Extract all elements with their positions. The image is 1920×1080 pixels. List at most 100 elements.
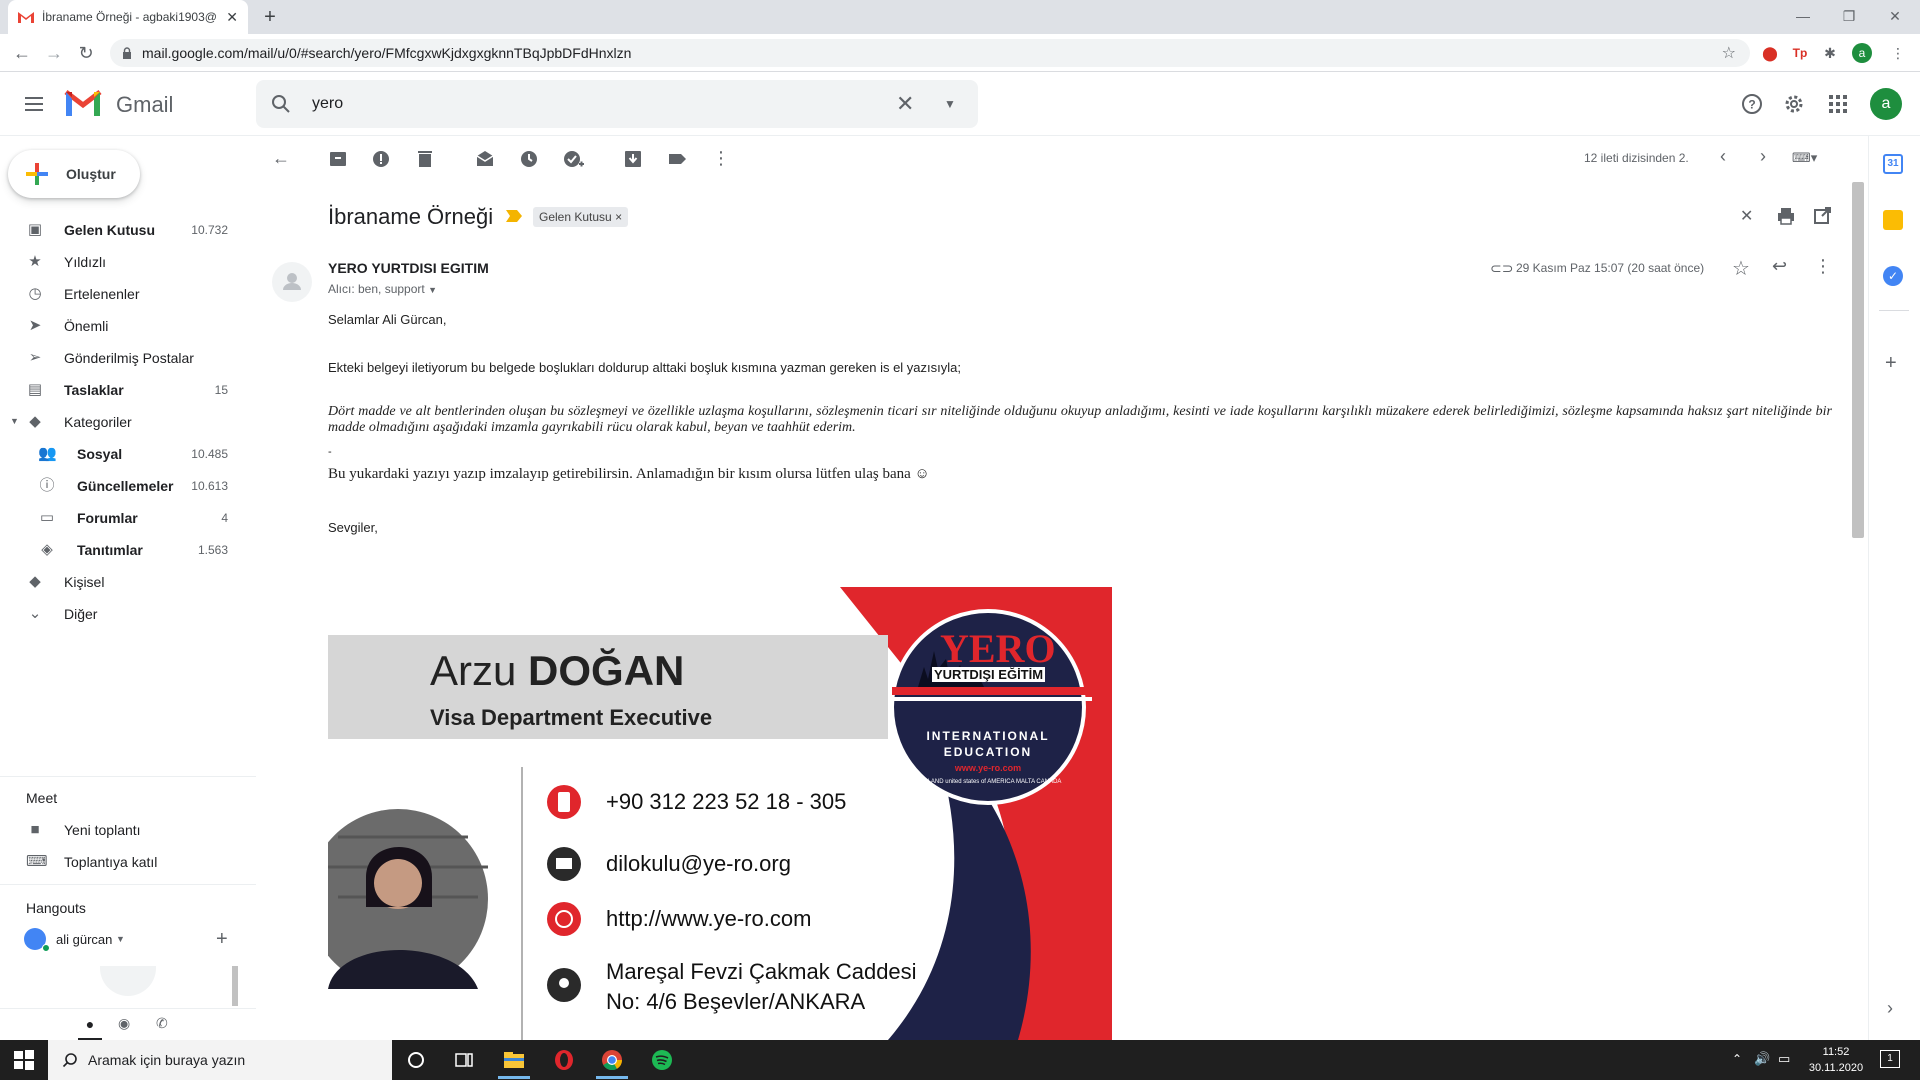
important-marker-icon[interactable] <box>506 210 522 222</box>
archive-icon[interactable] <box>327 148 349 170</box>
meet-join-meeting[interactable]: ⌨ Toplantıya katıl <box>0 846 240 878</box>
contacts-person-icon[interactable]: ● <box>78 1009 102 1041</box>
nav-item-personal[interactable]: ◆ Kişisel <box>0 566 240 598</box>
move-to-icon[interactable] <box>622 148 644 170</box>
divider <box>0 884 256 885</box>
newer-chevron-icon[interactable]: ‹ <box>1720 146 1726 167</box>
conversations-icon[interactable]: ◉ <box>118 1015 130 1032</box>
compose-button[interactable]: Oluştur <box>8 150 140 198</box>
older-chevron-icon[interactable]: › <box>1760 146 1766 167</box>
nav-label: Taslaklar <box>64 382 124 398</box>
recipients-details-caret-icon[interactable]: ▼ <box>428 285 437 295</box>
taskbar-clock[interactable]: 11:52 30.11.2020 <box>1800 1044 1872 1076</box>
browser-tab[interactable]: İbraname Örneği - agbaki1903@ ✕ <box>8 0 248 34</box>
windows-start-icon[interactable] <box>12 1048 36 1072</box>
collapse-all-icon[interactable]: ✕ <box>1740 206 1760 226</box>
clear-search-icon[interactable]: ✕ <box>896 92 914 116</box>
notification-center-icon[interactable]: 1 <box>1880 1050 1900 1068</box>
minimize-icon[interactable]: — <box>1780 4 1826 28</box>
input-tools-keyboard-icon[interactable]: ⌨▾ <box>1792 150 1817 166</box>
settings-gear-icon[interactable] <box>1782 92 1806 116</box>
sender-name[interactable]: YERO YURTDISI EGITIM <box>328 260 489 276</box>
snooze-clock-icon[interactable] <box>518 148 540 170</box>
account-avatar[interactable]: a <box>1870 88 1902 120</box>
back-icon[interactable]: ← <box>10 42 34 66</box>
reload-icon[interactable]: ↻ <box>74 42 98 66</box>
expand-caret-icon[interactable]: ▼ <box>10 416 19 426</box>
network-icon[interactable]: ▭ <box>1778 1051 1790 1067</box>
card-name: Arzu DOĞAN <box>430 647 684 695</box>
keep-icon[interactable] <box>1883 210 1903 230</box>
recipients[interactable]: Alıcı: ben, support ▼ <box>328 282 437 296</box>
nav-item-sent[interactable]: ➢ Gönderilmiş Postalar <box>0 342 240 374</box>
search-icon[interactable] <box>270 93 292 115</box>
file-explorer-icon[interactable] <box>502 1048 526 1072</box>
status-caret-icon[interactable]: ▼ <box>116 934 125 944</box>
report-spam-icon[interactable] <box>370 148 392 170</box>
forward-icon[interactable]: → <box>42 42 66 66</box>
search-input[interactable] <box>312 92 852 116</box>
profile-avatar-icon[interactable]: a <box>1852 43 1872 63</box>
address-bar[interactable]: mail.google.com/mail/u/0/#search/yero/FM… <box>110 39 1750 67</box>
message-more-icon[interactable]: ⋮ <box>1814 256 1832 277</box>
nav-scrollbar[interactable] <box>232 966 238 1006</box>
tab-close-icon[interactable]: ✕ <box>226 9 238 26</box>
search-options-icon[interactable]: ▼ <box>944 92 956 116</box>
show-hidden-icons-chevron-icon[interactable]: ⌃ <box>1732 1052 1742 1066</box>
content-scrollbar[interactable] <box>1852 182 1864 538</box>
nav-item-forums[interactable]: ▭ Forumlar 4 <box>0 502 240 534</box>
add-to-tasks-icon[interactable] <box>562 148 584 170</box>
help-icon[interactable]: ? <box>1740 92 1764 116</box>
chrome-menu-icon[interactable]: ⋮ <box>1886 41 1910 65</box>
print-icon[interactable] <box>1776 206 1796 226</box>
nav-item-snoozed[interactable]: ◷ Ertelenenler <box>0 278 240 310</box>
restore-icon[interactable]: ❐ <box>1826 4 1872 28</box>
nav-item-social[interactable]: 👥 Sosyal 10.485 <box>0 438 240 470</box>
get-addons-plus-icon[interactable]: + <box>1885 352 1897 375</box>
new-conversation-plus-icon[interactable]: + <box>216 928 228 951</box>
nav-item-categories[interactable]: ▼ ◆ Kategoriler <box>0 406 240 438</box>
search-bar[interactable]: ✕ ▼ <box>256 80 978 128</box>
opera-icon[interactable] <box>552 1048 576 1072</box>
cortana-icon[interactable] <box>404 1048 428 1072</box>
open-new-window-icon[interactable] <box>1812 206 1832 226</box>
taskbar-search-box[interactable]: Aramak için buraya yazın <box>48 1040 392 1080</box>
remove-label-icon[interactable]: × <box>615 210 622 224</box>
nav-item-inbox[interactable]: ▣ Gelen Kutusu 10.732 <box>0 214 240 246</box>
extensions-puzzle-icon[interactable]: ✱ <box>1818 41 1842 65</box>
extension-adblock-icon[interactable]: ⬤ <box>1758 41 1782 65</box>
sender-avatar[interactable] <box>272 262 312 302</box>
attachment-paperclip-icon: ⊂⊃ <box>1490 260 1514 276</box>
task-view-icon[interactable] <box>452 1048 476 1072</box>
labels-icon[interactable] <box>666 148 688 170</box>
bookmark-star-icon[interactable]: ☆ <box>1722 43 1736 63</box>
show-side-panel-chevron-icon[interactable]: › <box>1887 998 1893 1019</box>
mark-unread-icon[interactable] <box>474 148 496 170</box>
inbox-label-chip[interactable]: Gelen Kutusu × <box>533 207 629 227</box>
back-to-search-icon[interactable]: ← <box>272 148 294 170</box>
nav-item-promotions[interactable]: ◈ Tanıtımlar 1.563 <box>0 534 240 566</box>
calendar-icon[interactable]: 31 <box>1883 154 1903 174</box>
reply-icon[interactable]: ↩ <box>1772 256 1787 277</box>
chrome-icon[interactable] <box>600 1048 624 1072</box>
volume-icon[interactable]: 🔊 <box>1754 1051 1770 1067</box>
delete-trash-icon[interactable] <box>414 148 436 170</box>
nav-item-drafts[interactable]: ▤ Taslaklar 15 <box>0 374 240 406</box>
gmail-logo-icon[interactable] <box>64 88 102 118</box>
hangouts-user-name[interactable]: ali gürcan <box>56 932 112 947</box>
nav-item-starred[interactable]: ★ Yıldızlı <box>0 246 240 278</box>
phone-icon[interactable]: ✆ <box>156 1015 168 1032</box>
more-options-icon[interactable]: ⋮ <box>710 148 732 170</box>
main-menu-icon[interactable] <box>22 92 46 116</box>
meet-new-meeting[interactable]: ■ Yeni toplantı <box>0 814 240 846</box>
close-window-icon[interactable]: ✕ <box>1872 4 1918 28</box>
apps-grid-icon[interactable] <box>1826 92 1850 116</box>
nav-item-more[interactable]: ⌄ Diğer <box>0 598 240 630</box>
nav-item-important[interactable]: ➤ Önemli <box>0 310 240 342</box>
tasks-icon[interactable]: ✓ <box>1883 266 1903 286</box>
new-tab-button[interactable]: + <box>258 6 282 28</box>
nav-item-updates[interactable]: ⓘ Güncellemeler 10.613 <box>0 470 240 502</box>
spotify-icon[interactable] <box>650 1048 674 1072</box>
star-message-icon[interactable]: ☆ <box>1732 256 1750 281</box>
extension-tp-icon[interactable]: Tp <box>1788 41 1812 65</box>
